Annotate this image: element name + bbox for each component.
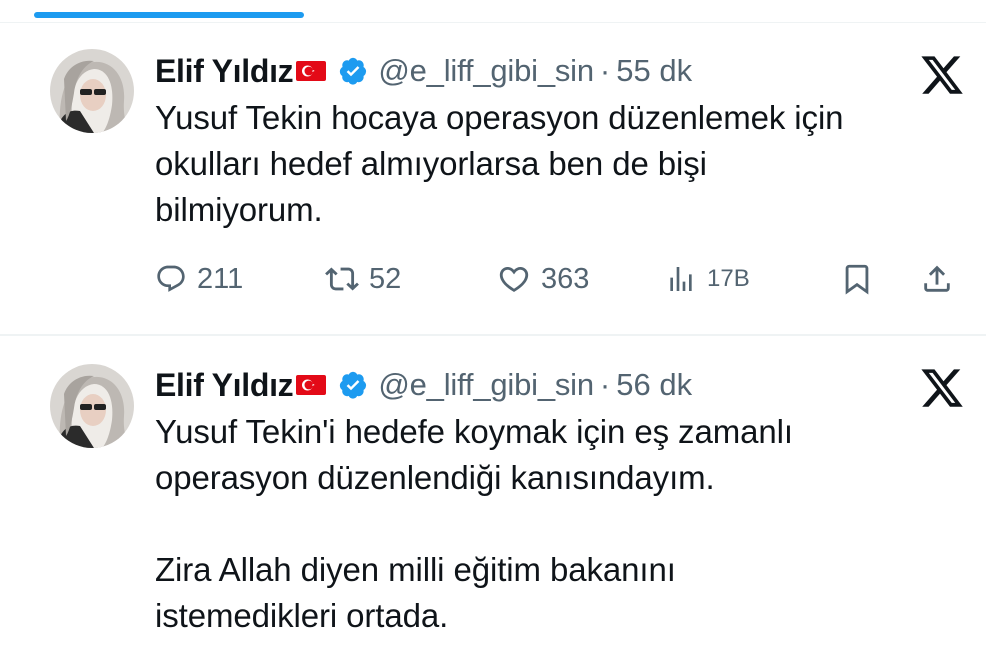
author-name[interactable]: Elif Yıldız <box>155 53 294 90</box>
avatar[interactable] <box>50 364 134 448</box>
share-button[interactable] <box>920 256 954 302</box>
like-button[interactable]: 363 <box>497 256 589 302</box>
tweet-text: Yusuf Tekin'i hedefe koymak için eş zama… <box>155 409 965 639</box>
reply-icon <box>157 265 185 292</box>
tweet-time[interactable]: 55 dk <box>616 53 692 89</box>
author-handle[interactable]: @e_liff_gibi_sin <box>378 53 594 89</box>
tweet-text-line: operasyon düzenlendiği kanısındayım. <box>155 459 715 496</box>
views-icon <box>670 267 692 291</box>
tweet-text-line: bilmiyorum. <box>155 191 323 228</box>
tweet-actions: 211 52 363 17B <box>155 256 965 302</box>
retweet-icon <box>325 267 359 291</box>
bookmark-button[interactable] <box>840 256 874 302</box>
author-handle[interactable]: @e_liff_gibi_sin <box>378 367 594 403</box>
separator-dot: · <box>599 367 611 402</box>
tweet[interactable]: Elif Yıldız @e_liff_gibi_sin · 55 dk Yus… <box>0 23 986 335</box>
reply-count: 211 <box>197 262 244 295</box>
like-count: 363 <box>541 262 590 295</box>
share-icon <box>924 265 950 292</box>
heart-icon <box>499 266 529 292</box>
avatar[interactable] <box>50 49 134 133</box>
verified-badge-icon[interactable] <box>338 56 368 86</box>
tweet-time[interactable]: 56 dk <box>616 367 692 403</box>
bookmark-icon <box>845 264 869 295</box>
tweet-text-line: istemedikleri ortada. <box>155 597 449 634</box>
author-name[interactable]: Elif Yıldız <box>155 367 294 404</box>
tweet-text-line: okulları hedef almıyorlarsa ben de bişi <box>155 145 707 182</box>
turkey-flag-icon <box>296 375 327 395</box>
active-tab-indicator <box>34 12 304 18</box>
tweet[interactable]: Elif Yıldız @e_liff_gibi_sin · 56 dk Yus… <box>0 336 986 663</box>
retweet-button[interactable]: 52 <box>325 256 401 302</box>
tweet-text: Yusuf Tekin hocaya operasyon düzenlemek … <box>155 95 965 233</box>
tweet-header: Elif Yıldız @e_liff_gibi_sin · 56 dk <box>155 363 692 407</box>
turkey-flag-icon <box>296 61 327 81</box>
reply-button[interactable]: 211 <box>155 256 243 302</box>
retweet-count: 52 <box>369 262 402 295</box>
tweet-header: Elif Yıldız @e_liff_gibi_sin · 55 dk <box>155 49 692 93</box>
separator-dot: · <box>599 53 611 88</box>
tweet-text-line: Yusuf Tekin hocaya operasyon düzenlemek … <box>155 99 844 136</box>
tweet-text-line: Yusuf Tekin'i hedefe koymak için eş zama… <box>155 413 793 450</box>
tweet-text-line: Zira Allah diyen milli eğitim bakanını <box>155 551 676 588</box>
x-logo-icon <box>921 369 963 407</box>
views-button[interactable]: 17B <box>665 256 750 302</box>
views-count: 17B <box>707 265 750 292</box>
verified-badge-icon[interactable] <box>338 370 368 400</box>
x-logo-icon <box>921 56 963 94</box>
